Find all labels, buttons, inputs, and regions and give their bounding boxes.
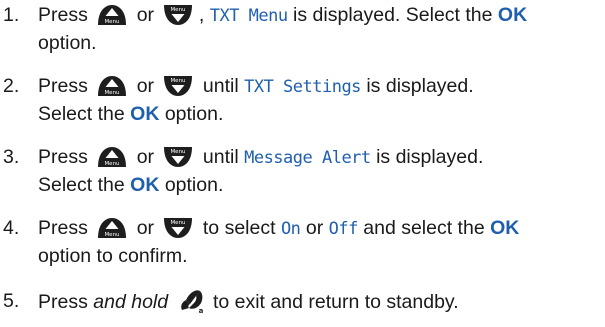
display-text-on: On: [280, 219, 301, 239]
svg-text:Menu: Menu: [105, 90, 120, 96]
ok-label: OK: [130, 103, 160, 125]
up-menu-key-icon: Menu: [95, 145, 129, 169]
step-text: Press Menu or Menu until Message Alert i…: [38, 145, 484, 196]
svg-text:Menu: Menu: [105, 161, 120, 167]
svg-text:Menu: Menu: [105, 232, 120, 238]
down-menu-key-icon: Menu: [161, 3, 195, 27]
ok-label: OK: [497, 4, 528, 26]
step-number: 5.: [3, 290, 20, 312]
svg-text:Menu: Menu: [171, 78, 186, 84]
svg-text:Menu: Menu: [105, 19, 120, 25]
down-menu-key-icon: Menu: [161, 216, 195, 240]
step-text: Press Menu or Menu until TXT Settings is…: [38, 74, 474, 125]
step-number: 1.: [3, 4, 20, 26]
down-menu-key-icon: Menu: [161, 145, 195, 169]
step-text: Press Menu or Menu , TXT Menu is display…: [38, 3, 528, 54]
step-text: Press and hold a to exit and return to s…: [38, 288, 600, 316]
step-number: 3.: [3, 146, 20, 168]
up-menu-key-icon: Menu: [95, 3, 129, 27]
step-number: 4.: [3, 217, 20, 239]
ok-label: OK: [130, 174, 160, 196]
ok-label: OK: [490, 217, 520, 239]
emphasis-text: and hold: [93, 291, 169, 313]
svg-text:a: a: [198, 307, 203, 314]
display-text: TXT Menu: [209, 6, 288, 26]
svg-text:Menu: Menu: [171, 149, 186, 155]
up-menu-key-icon: Menu: [95, 74, 129, 98]
display-text: TXT Settings: [244, 77, 361, 97]
step-number: 2.: [3, 75, 20, 97]
up-menu-key-icon: Menu: [95, 216, 129, 240]
svg-text:Menu: Menu: [171, 7, 186, 13]
svg-text:Menu: Menu: [171, 220, 186, 226]
step-text: Press Menu or Menu to select On or Off a…: [38, 216, 520, 267]
display-text-off: Off: [328, 219, 359, 239]
down-menu-key-icon: Menu: [161, 74, 195, 98]
end-call-icon: a: [176, 288, 206, 314]
display-text: Message Alert: [244, 148, 371, 168]
